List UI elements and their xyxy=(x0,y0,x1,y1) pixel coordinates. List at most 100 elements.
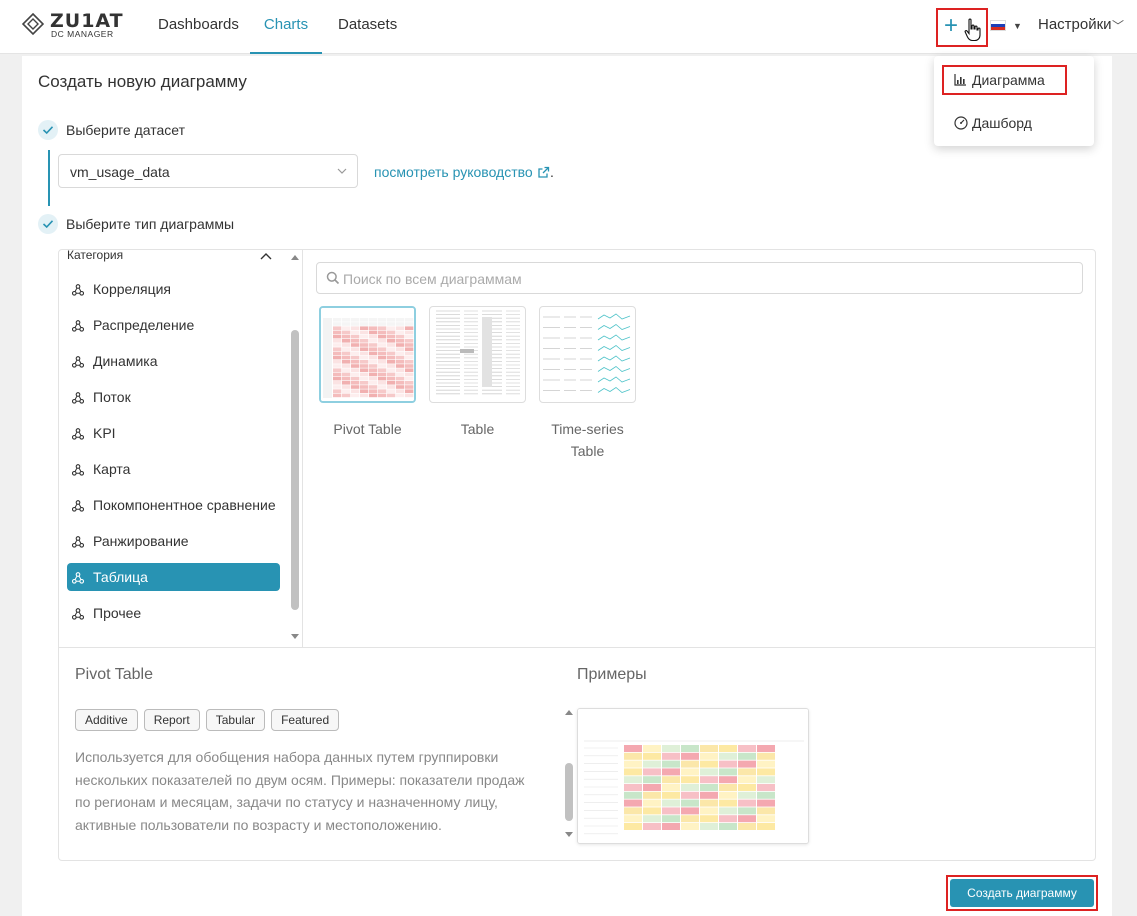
category-item[interactable]: Динамика xyxy=(67,347,280,375)
category-item[interactable]: Прочее xyxy=(67,599,280,627)
category-item[interactable]: Поток xyxy=(67,383,280,411)
category-item[interactable]: Карта xyxy=(67,455,280,483)
category-nodes-icon xyxy=(71,391,85,407)
category-item[interactable]: Распределение xyxy=(67,311,280,339)
create-chart-panel: Создать новую диаграмму Выберите датасет… xyxy=(22,56,1112,916)
menu-item-dashboard-label: Дашборд xyxy=(972,115,1032,131)
external-link-icon xyxy=(538,166,549,178)
tag[interactable]: Report xyxy=(143,709,200,731)
app-logo[interactable]: ZU1AT DC MANAGER xyxy=(22,10,132,40)
scroll-up-arrow-icon[interactable] xyxy=(565,710,573,715)
chevron-down-icon xyxy=(337,168,347,174)
menu-item-dashboard[interactable]: Дашборд xyxy=(942,108,1067,138)
scroll-down-arrow-icon[interactable] xyxy=(565,832,573,837)
chart-label-pivot-table[interactable]: Pivot Table xyxy=(319,418,416,440)
add-dropdown-menu: Диаграмма Дашборд xyxy=(934,56,1094,146)
search-icon xyxy=(326,271,340,285)
chart-search-input[interactable] xyxy=(343,269,1043,289)
example-image-pivot-table[interactable] xyxy=(577,708,809,844)
examples-title: Примеры xyxy=(577,666,647,683)
tab-datasets[interactable]: Datasets xyxy=(338,0,397,54)
chart-gallery: Категория Корреляция Распределение Динамик… xyxy=(58,249,1096,861)
category-item-label: Карта xyxy=(93,461,131,477)
scrollbar-thumb[interactable] xyxy=(291,330,299,610)
category-nodes-icon xyxy=(71,319,85,335)
step-label: Выберите тип диаграммы xyxy=(66,216,235,232)
category-item-label: Динамика xyxy=(93,353,158,369)
category-item[interactable]: Покомпонентное сравнение xyxy=(67,491,280,519)
menu-item-chart[interactable]: Диаграмма xyxy=(942,65,1067,95)
category-item-label: Корреляция xyxy=(93,281,172,297)
create-chart-button-frame[interactable]: Создать диаграмму xyxy=(946,875,1098,911)
tag[interactable]: Tabular xyxy=(205,709,266,731)
top-navigation: ZU1AT DC MANAGER Dashboards Charts Datas… xyxy=(0,0,1137,54)
category-nodes-icon xyxy=(71,499,85,515)
category-item-label: Распределение xyxy=(93,317,195,333)
category-nodes-icon xyxy=(71,607,85,623)
brand-subtitle: DC MANAGER xyxy=(51,29,114,39)
category-header: Категория xyxy=(67,250,124,262)
category-list: Категория Корреляция Распределение Динамик… xyxy=(59,250,303,647)
scroll-up-arrow-icon[interactable] xyxy=(291,255,299,260)
category-item-label: Покомпонентное сравнение xyxy=(93,497,276,513)
category-item-label: Поток xyxy=(93,389,131,405)
scroll-down-arrow-icon[interactable] xyxy=(291,634,299,639)
time-series-table-preview-icon xyxy=(543,313,631,393)
category-item[interactable]: KPI xyxy=(67,419,280,447)
tag[interactable]: Additive xyxy=(75,709,138,731)
category-item[interactable]: Таблица xyxy=(67,563,280,591)
create-chart-button[interactable]: Создать диаграмму xyxy=(950,879,1094,907)
category-nodes-icon xyxy=(71,535,85,551)
category-item[interactable]: Ранжирование xyxy=(67,527,280,555)
ru-flag-icon[interactable] xyxy=(990,20,1006,31)
add-new-button[interactable]: + xyxy=(936,8,988,47)
chart-thumb-pivot-table[interactable] xyxy=(319,306,416,403)
hand-cursor-icon xyxy=(964,18,981,42)
page-title: Создать новую диаграмму xyxy=(38,72,247,91)
category-scrollbar[interactable] xyxy=(288,250,302,647)
category-nodes-icon xyxy=(71,427,85,443)
category-nodes-icon xyxy=(71,463,85,479)
chart-label-table[interactable]: Table xyxy=(429,418,526,440)
chart-thumb-table[interactable] xyxy=(429,306,526,403)
pivot-table-preview-icon xyxy=(321,308,414,401)
settings-chevron-down-icon[interactable]: ﹀ xyxy=(1112,17,1124,34)
logo-diamond-icon xyxy=(22,13,44,35)
chart-thumb-time-series-table[interactable] xyxy=(539,306,636,403)
dashboard-gauge-icon xyxy=(954,116,968,130)
category-nodes-icon xyxy=(71,283,85,299)
chart-tags: Additive Report Tabular Featured xyxy=(75,709,345,731)
step-connector xyxy=(48,150,50,206)
scrollbar-thumb[interactable] xyxy=(565,763,573,821)
chart-label-time-series-table[interactable]: Time-series Table xyxy=(539,418,636,462)
bar-chart-icon xyxy=(954,74,966,86)
category-nodes-icon xyxy=(71,355,85,371)
category-nodes-icon xyxy=(71,571,85,587)
chart-description: Используется для обобщения набора данных… xyxy=(75,749,525,833)
tab-dashboards[interactable]: Dashboards xyxy=(158,0,239,54)
view-guide-link[interactable]: посмотреть руководство xyxy=(374,164,550,180)
step-label: Выберите датасет xyxy=(66,122,186,138)
category-item-label: Прочее xyxy=(93,605,142,621)
description-scrollbar[interactable] xyxy=(562,708,576,840)
guide-suffix: . xyxy=(550,164,554,180)
plus-icon: + xyxy=(944,12,959,39)
pivot-example-preview-icon xyxy=(578,709,808,843)
language-caret-icon[interactable]: ▼ xyxy=(1013,21,1022,31)
category-item-label: Ранжирование xyxy=(93,533,189,549)
chart-search[interactable] xyxy=(316,262,1083,294)
dataset-select[interactable]: vm_usage_data xyxy=(58,154,358,188)
tab-charts[interactable]: Charts xyxy=(250,0,322,54)
category-item-label: KPI xyxy=(93,425,116,441)
category-item-label: Таблица xyxy=(93,569,148,585)
category-item[interactable]: Корреляция xyxy=(67,275,280,303)
tag[interactable]: Featured xyxy=(271,709,340,731)
step-check-icon xyxy=(38,214,58,234)
table-preview-icon xyxy=(436,310,520,395)
chevron-up-icon[interactable] xyxy=(259,250,273,264)
view-guide-link-label: посмотреть руководство xyxy=(374,164,533,180)
menu-item-chart-label: Диаграмма xyxy=(972,72,1045,88)
chart-details: Pivot Table Additive Report Tabular Feature… xyxy=(59,647,1095,860)
settings-menu[interactable]: Настройки xyxy=(1038,16,1112,33)
chart-types-pane: Pivot Table Table Time-series Table xyxy=(304,250,1095,647)
